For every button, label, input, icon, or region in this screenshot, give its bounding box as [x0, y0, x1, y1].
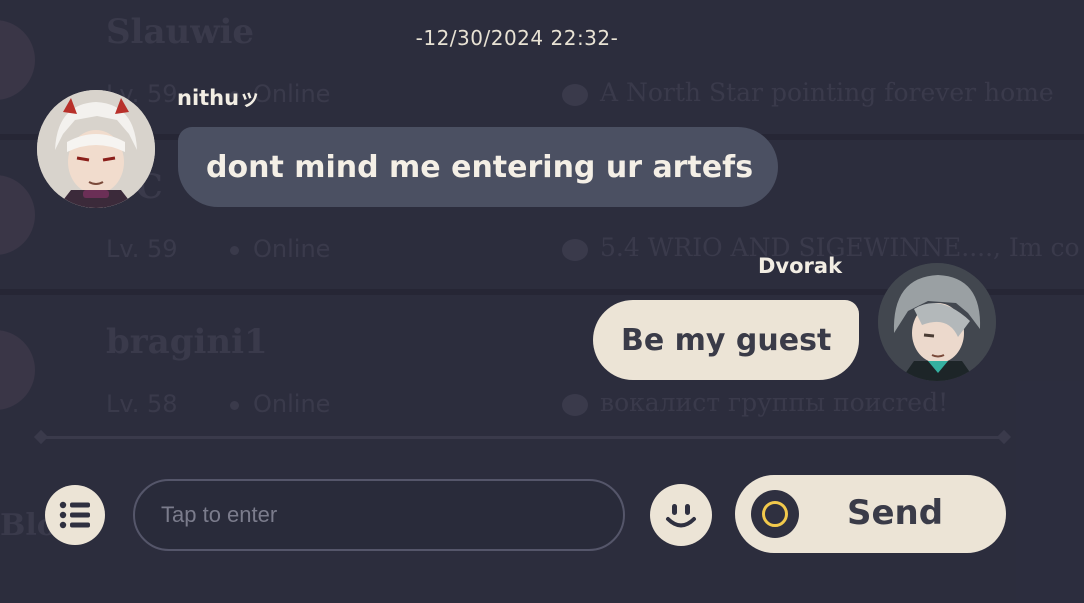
avatar-portrait-icon [37, 90, 155, 208]
message-bubble-outgoing: Be my guest [593, 300, 859, 380]
emoji-button[interactable] [650, 484, 712, 546]
own-avatar[interactable] [878, 263, 996, 381]
send-ring-icon [751, 490, 799, 538]
chat-timestamp: -12/30/2024 22:32- [415, 26, 619, 50]
sender-name: nithuッ [177, 86, 261, 110]
sender-name: Dvorak [758, 254, 843, 278]
message-bubble-incoming: dont mind me entering ur artefs [178, 127, 778, 207]
avatar-portrait-icon [878, 263, 996, 381]
send-button[interactable]: Send [735, 475, 1006, 553]
chat-menu-button[interactable] [45, 485, 105, 545]
emoji-icon [666, 504, 696, 528]
message-input[interactable] [133, 479, 625, 551]
sender-avatar[interactable] [37, 90, 155, 208]
list-icon [59, 501, 90, 529]
send-button-label: Send [847, 493, 944, 533]
